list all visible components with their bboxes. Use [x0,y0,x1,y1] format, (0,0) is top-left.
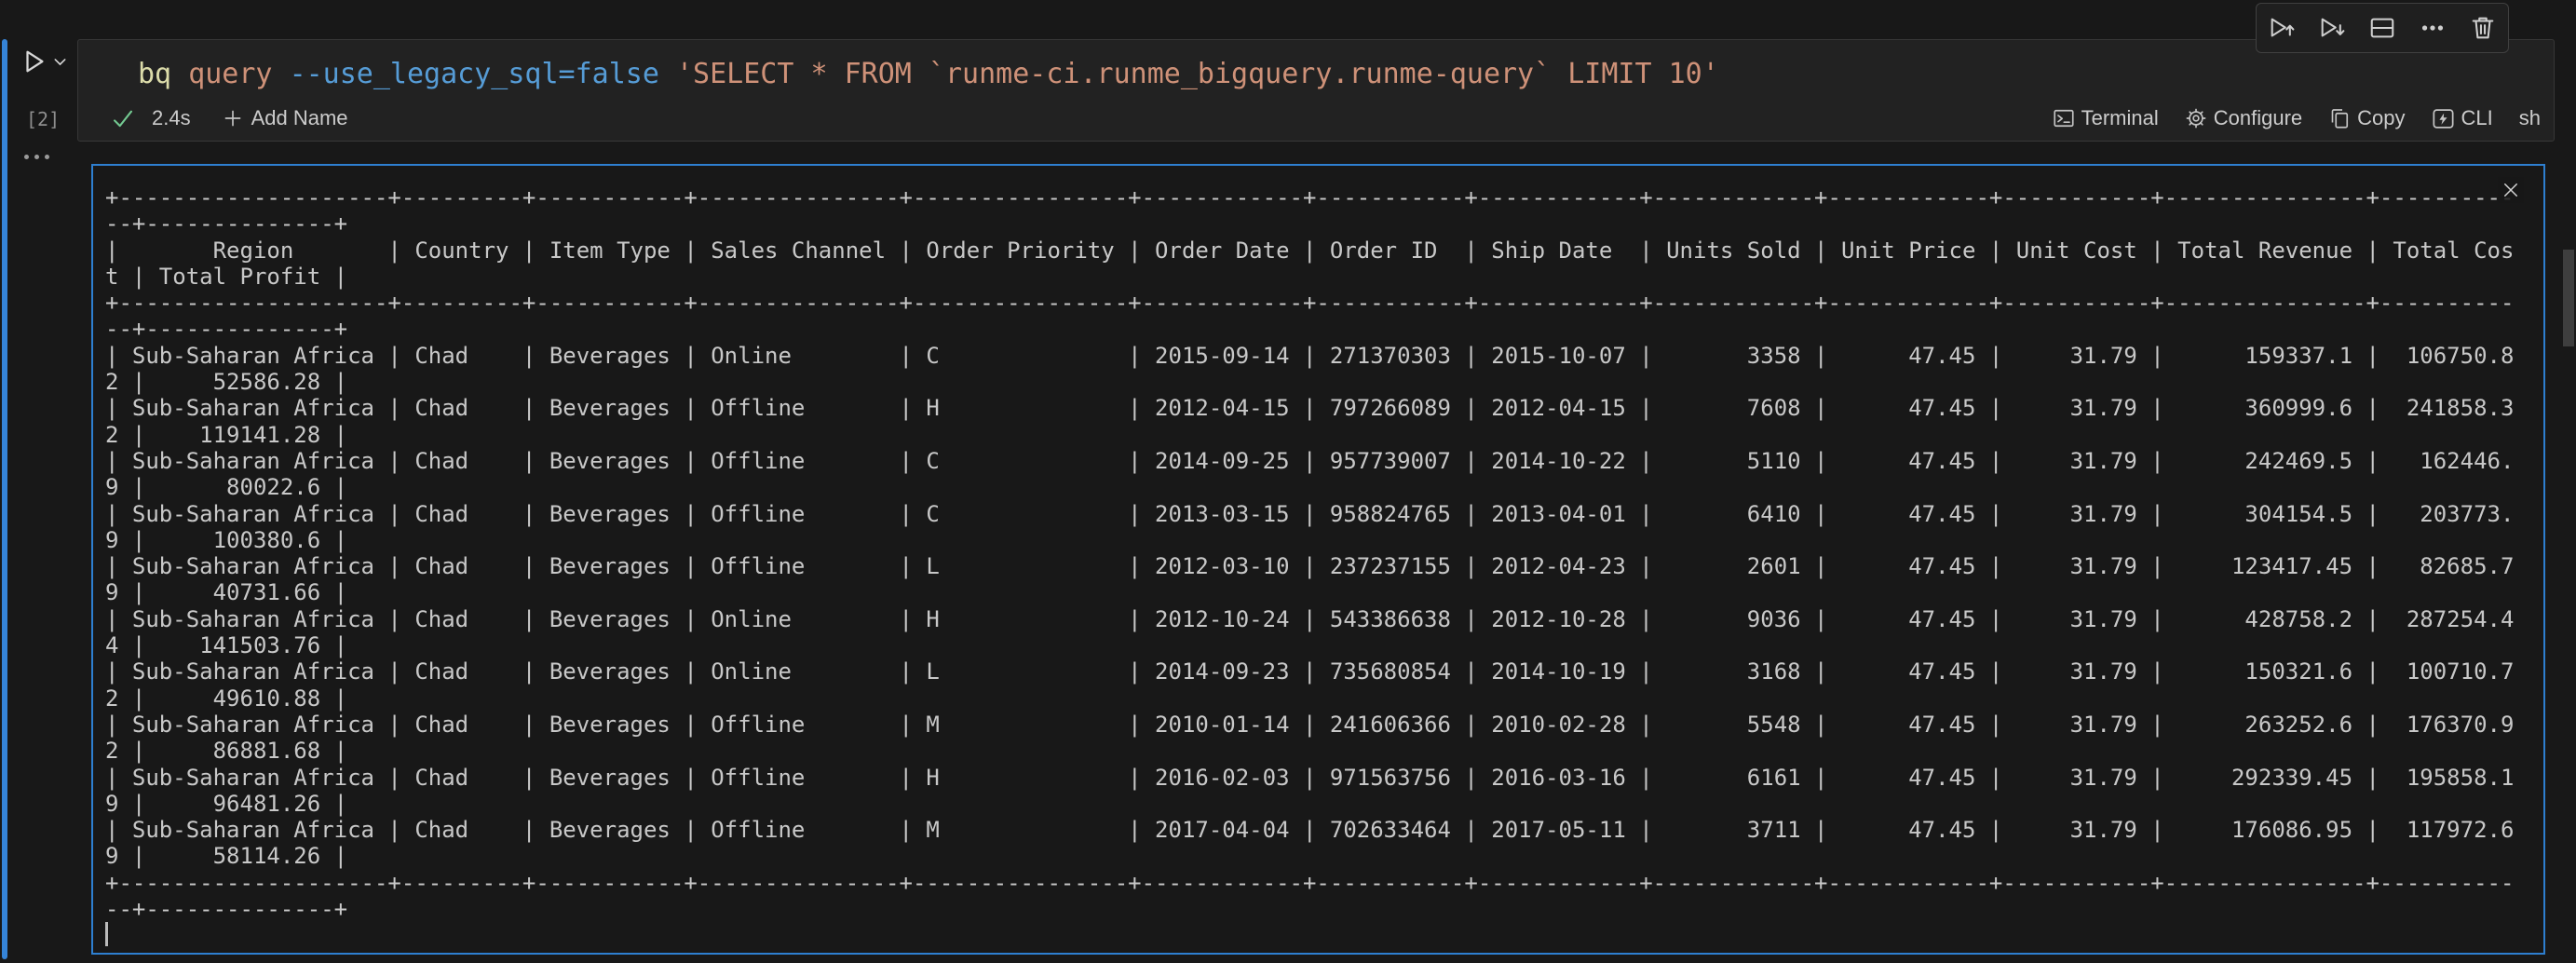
execution-duration: 2.4s [152,106,191,130]
cell-toolbar [2256,3,2509,53]
plus-icon [223,108,243,129]
chevron-down-icon [54,58,66,66]
language-label[interactable]: sh [2519,106,2541,130]
ellipsis-dot [34,155,39,159]
configure-button[interactable]: Configure [2185,106,2302,130]
split-cell-icon [2368,14,2396,42]
play-up-icon [2268,14,2296,42]
terminal-icon [2053,107,2075,129]
scrollbar-thumb[interactable] [2563,250,2574,346]
ellipsis-dot [45,155,49,159]
delete-cell-button[interactable] [2469,14,2497,42]
terminal-cursor [105,922,108,946]
code-line[interactable]: bq query --use_legacy_sql=false 'SELECT … [138,55,1719,94]
gear-icon [2185,107,2207,129]
play-icon [20,47,48,75]
run-cell-button[interactable] [20,45,69,78]
copy-icon [2328,107,2351,129]
add-name-button[interactable]: Add Name [251,106,348,130]
cell-status-bar-right: Terminal Configure Copy CLI sh [2053,103,2541,133]
ellipsis-dot [24,155,29,159]
more-actions-button[interactable] [2419,14,2447,42]
close-terminal-button[interactable] [2498,177,2524,203]
execute-below-button[interactable] [2318,14,2346,42]
execute-above-button[interactable] [2268,14,2296,42]
cli-button[interactable]: CLI [2432,106,2493,130]
output-more-button[interactable] [24,155,49,159]
play-down-icon [2318,14,2346,42]
cell-focus-indicator [2,39,7,959]
close-icon [2501,181,2520,199]
cell-status-bar-left: 2.4s Add Name [111,103,348,133]
copy-button[interactable]: Copy [2328,106,2405,130]
success-check-icon [111,106,135,130]
cli-icon [2432,107,2455,130]
terminal-output[interactable]: +--------------------+---------+--------… [105,184,2514,922]
trash-icon [2469,14,2497,42]
notebook-cell: bq query --use_legacy_sql=false 'SELECT … [77,39,2555,142]
split-cell-button[interactable] [2368,14,2396,42]
execution-count: [2] [26,108,60,130]
terminal-button[interactable]: Terminal [2053,106,2159,130]
ellipsis-icon [2419,14,2447,42]
